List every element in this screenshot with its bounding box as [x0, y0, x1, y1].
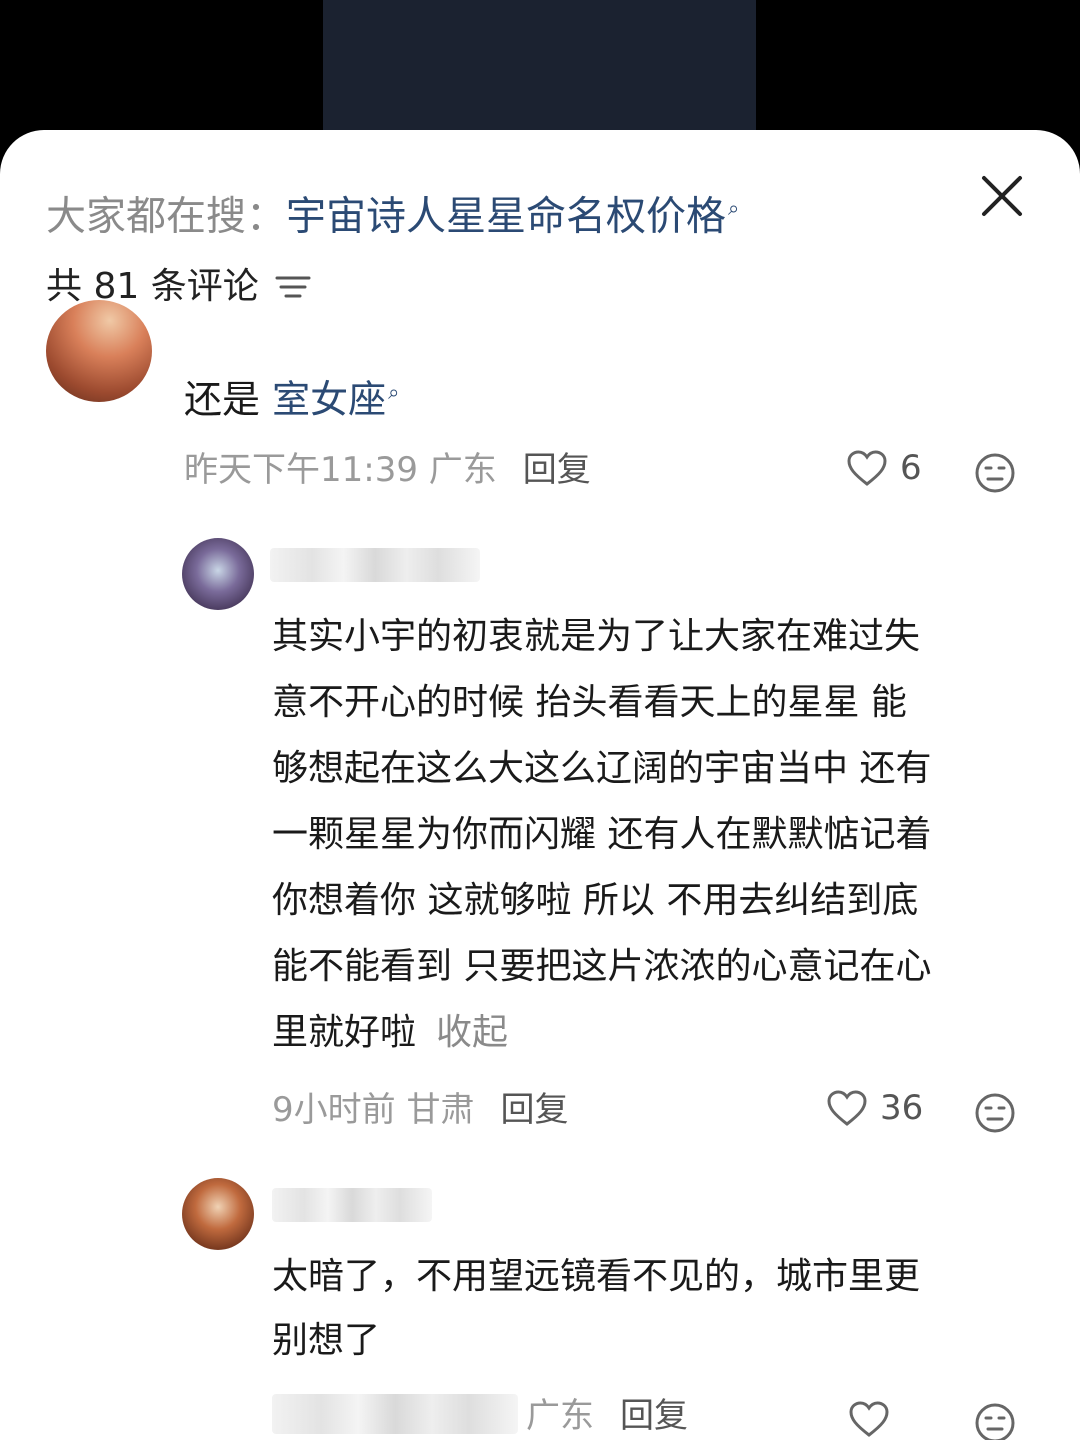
comment-text: 还是 室女座 ⌕ — [184, 364, 399, 428]
username-blurred — [270, 548, 480, 582]
sort-icon[interactable] — [275, 272, 311, 302]
like-button[interactable]: 36 — [826, 1088, 923, 1128]
search-icon: ⌕ — [728, 196, 740, 220]
like-button[interactable]: 6 — [846, 448, 922, 488]
comment-line: 里就好啦 — [272, 1012, 417, 1053]
comment-text: 太暗了，不用望远镜看不见的，城市里更 别想了 — [272, 1245, 1052, 1373]
collapse-button[interactable]: 收起 — [436, 1012, 508, 1053]
search-suggestion-prefix: 大家都在搜： — [46, 193, 286, 240]
comment-line: 其实小宇的初衷就是为了让大家在难过失 — [272, 616, 921, 657]
comment-location: 广东 — [526, 1396, 594, 1436]
comment-line: 太暗了，不用望远镜看不见的，城市里更 — [272, 1256, 921, 1297]
video-preview-strip — [323, 0, 756, 140]
like-count: 36 — [880, 1088, 924, 1128]
avatar[interactable] — [182, 538, 254, 610]
like-count: 6 — [900, 448, 922, 488]
comment-line: 别想了 — [272, 1320, 381, 1361]
comment-line: 意不开心的时候 抬头看看天上的星星 能 — [272, 682, 907, 723]
search-icon: ⌕ — [388, 380, 400, 404]
search-suggestion-term[interactable]: 宇宙诗人星星命名权价格 — [286, 193, 726, 239]
comment-link-term[interactable]: 室女座 — [272, 378, 386, 422]
avatar[interactable] — [46, 300, 152, 402]
heart-icon — [849, 1401, 889, 1437]
comment-time-location: 昨天下午11:39 广东 — [184, 450, 497, 490]
comments-sheet: 大家都在搜：宇宙诗人星星命名权价格 ⌕ 共 81 条评论 还是 室女座 ⌕ 昨天下午… — [0, 130, 1080, 1440]
close-icon[interactable] — [976, 170, 1028, 222]
reaction-icon[interactable] — [974, 452, 1016, 494]
comment-line: 一颗星星为你而闪耀 还有人在默默惦记着 — [272, 814, 932, 855]
reaction-icon[interactable] — [974, 1402, 1016, 1440]
comment-text: 其实小宇的初衷就是为了让大家在难过失 意不开心的时候 抬头看看天上的星星 能 够… — [272, 604, 1052, 1066]
heart-icon — [847, 450, 887, 486]
comment-text-prefix: 还是 — [184, 377, 273, 422]
time-blurred — [272, 1394, 518, 1434]
username-blurred — [272, 1188, 432, 1222]
comment-time-location: 9小时前 甘肃 — [272, 1090, 475, 1130]
comment-meta: 9小时前 甘肃 回复 — [272, 1086, 568, 1134]
comment-meta: 广东 回复 — [526, 1392, 688, 1440]
heart-icon — [827, 1090, 867, 1126]
comment-meta: 昨天下午11:39 广东 回复 — [184, 446, 591, 494]
reply-button[interactable]: 回复 — [523, 450, 591, 490]
reaction-icon[interactable] — [974, 1092, 1016, 1134]
comment-line: 够想起在这么大这么辽阔的宇宙当中 还有 — [272, 748, 932, 789]
comment-line-last: 里就好啦 收起 — [272, 1000, 1052, 1066]
search-suggestion[interactable]: 大家都在搜：宇宙诗人星星命名权价格 ⌕ — [46, 180, 739, 244]
comment-line: 你想着你 这就够啦 所以 不用去纠结到底 — [272, 880, 919, 921]
comment-line: 能不能看到 只要把这片浓浓的心意记在心 — [272, 946, 932, 987]
reply-button[interactable]: 回复 — [620, 1396, 688, 1436]
like-button[interactable] — [848, 1400, 890, 1438]
reply-button[interactable]: 回复 — [500, 1090, 568, 1130]
avatar[interactable] — [182, 1178, 254, 1250]
